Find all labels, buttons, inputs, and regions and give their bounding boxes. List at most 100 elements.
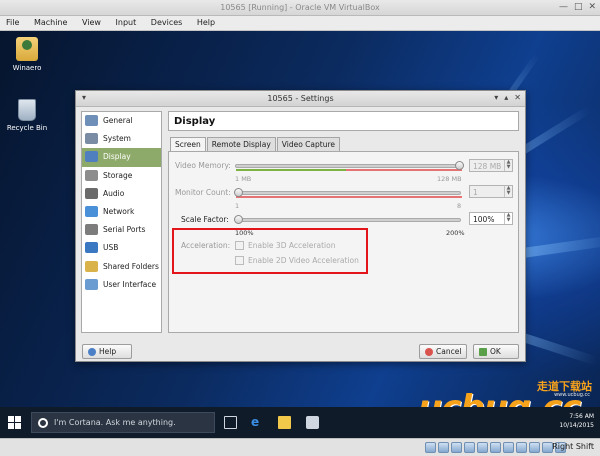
hard-disk-icon[interactable] xyxy=(425,442,436,453)
menu-machine[interactable]: Machine xyxy=(28,16,74,27)
display-icon xyxy=(85,151,98,163)
menu-file[interactable]: File xyxy=(0,16,25,27)
start-button[interactable] xyxy=(8,416,21,429)
video-memory-label: Video Memory: xyxy=(175,161,231,170)
sidebar-item-label: Serial Ports xyxy=(103,225,146,235)
taskbar: I'm Cortana. Ask me anything. e 7:56 AM … xyxy=(0,407,600,438)
settings-dialog: ▾ 10565 - Settings ▾ ▴ ✕ General System Di… xyxy=(75,90,526,362)
close-icon[interactable]: ✕ xyxy=(588,2,596,12)
dialog-title-bar: ▾ 10565 - Settings ▾ ▴ ✕ xyxy=(76,91,525,107)
monitor-count-min: 1 xyxy=(235,202,240,210)
storage-icon xyxy=(85,169,98,181)
desktop-icon-recycle-bin[interactable]: Recycle Bin xyxy=(2,99,52,132)
general-icon xyxy=(85,115,98,126)
sidebar-item-label: User Interface xyxy=(103,279,157,289)
tab-remote-display[interactable]: Remote Display xyxy=(206,137,276,151)
network-status-icon[interactable] xyxy=(464,442,475,453)
video-memory-knob[interactable] xyxy=(455,161,464,170)
sidebar-item-system[interactable]: System xyxy=(82,130,161,148)
menu-input[interactable]: Input xyxy=(110,16,143,27)
usb-status-icon[interactable] xyxy=(477,442,488,453)
ok-button[interactable]: OK xyxy=(473,344,519,359)
clock-time: 7:56 AM xyxy=(569,413,594,420)
minimize-icon[interactable]: — xyxy=(559,2,568,12)
sidebar-item-label: USB xyxy=(103,243,119,253)
sidebar-item-user-interface[interactable]: User Interface xyxy=(82,276,161,294)
dialog-title: 10565 - Settings xyxy=(267,94,334,103)
scale-factor-slider[interactable] xyxy=(234,215,461,224)
monitor-count-max: 8 xyxy=(457,202,462,210)
maximize-icon[interactable]: ▴ xyxy=(504,93,508,102)
monitor-count-label: Monitor Count: xyxy=(175,188,231,197)
scale-factor-max: 200% xyxy=(446,229,465,237)
menu-devices[interactable]: Devices xyxy=(145,16,189,27)
sidebar-item-label: Network xyxy=(103,206,135,216)
shared-folders-status-icon[interactable] xyxy=(490,442,501,453)
scale-factor-knob[interactable] xyxy=(234,215,243,224)
display-status-icon[interactable] xyxy=(503,442,514,453)
cancel-icon xyxy=(425,348,433,356)
tab-video-capture[interactable]: Video Capture xyxy=(276,137,340,151)
maximize-icon[interactable]: □ xyxy=(574,2,583,12)
monitor-count-spinbox[interactable]: 1 ▲ ▼ xyxy=(469,185,513,198)
vm-window-controls: — □ ✕ xyxy=(559,2,596,12)
desktop-icon-label: Winaero xyxy=(12,64,42,72)
sidebar-item-usb[interactable]: USB xyxy=(82,239,161,257)
tab-bar: Screen Remote Display Video Capture xyxy=(170,137,341,152)
sidebar-item-label: Display xyxy=(103,152,131,162)
sidebar-item-general[interactable]: General xyxy=(82,112,161,130)
vm-window-title: 10565 [Running] - Oracle VM VirtualBox xyxy=(220,3,380,12)
video-memory-spinbox[interactable]: 128 MB ▲ ▼ xyxy=(469,159,513,172)
system-icon xyxy=(85,133,98,145)
scale-factor-label: Scale Factor: xyxy=(181,215,229,224)
sidebar-item-serial-ports[interactable]: Serial Ports xyxy=(82,221,161,239)
cancel-button[interactable]: Cancel xyxy=(419,344,467,359)
video-memory-min: 1 MB xyxy=(235,175,252,183)
desktop-icon-winaero[interactable]: Winaero xyxy=(2,37,52,72)
monitor-count-slider[interactable] xyxy=(234,188,462,198)
store-icon[interactable] xyxy=(306,416,319,429)
vm-status-bar: Right Shift xyxy=(0,438,600,456)
file-explorer-icon[interactable] xyxy=(278,416,291,429)
menu-view[interactable]: View xyxy=(76,16,107,27)
highlight-rectangle xyxy=(172,228,368,274)
clock-date: 10/14/2015 xyxy=(559,422,594,429)
help-icon xyxy=(88,348,96,356)
sidebar-item-network[interactable]: Network xyxy=(82,203,161,221)
settings-sidebar: General System Display Storage Audio Network S… xyxy=(81,111,162,333)
sidebar-item-audio[interactable]: Audio xyxy=(82,185,161,203)
recycle-bin-icon xyxy=(18,99,36,121)
sidebar-item-storage[interactable]: Storage xyxy=(82,167,161,185)
close-icon[interactable]: ✕ xyxy=(514,93,521,102)
ok-icon xyxy=(479,348,487,356)
minimize-icon[interactable]: ▾ xyxy=(494,93,498,102)
monitor-count-knob[interactable] xyxy=(234,188,243,197)
menu-help[interactable]: Help xyxy=(191,16,221,27)
scale-factor-spinbox[interactable]: 100% ▲ ▼ xyxy=(469,212,513,225)
edge-icon[interactable]: e xyxy=(251,416,264,429)
sidebar-item-shared-folders[interactable]: Shared Folders xyxy=(82,258,161,276)
user-folder-icon xyxy=(16,37,38,61)
optical-drive-icon[interactable] xyxy=(438,442,449,453)
help-button[interactable]: Help xyxy=(82,344,132,359)
taskbar-clock[interactable]: 7:56 AM 10/14/2015 xyxy=(559,412,594,430)
sidebar-item-label: Storage xyxy=(103,170,133,180)
cortana-icon xyxy=(38,418,48,428)
video-memory-slider[interactable] xyxy=(235,161,464,171)
sidebar-item-label: General xyxy=(103,116,133,125)
tab-screen[interactable]: Screen xyxy=(170,137,206,152)
video-memory-max: 128 MB xyxy=(437,175,462,183)
video-capture-status-icon[interactable] xyxy=(516,442,527,453)
sidebar-item-label: System xyxy=(103,134,131,144)
cpu-status-icon[interactable] xyxy=(529,442,540,453)
vm-menu-bar: File Machine View Input Devices Help xyxy=(0,16,600,31)
network-icon xyxy=(85,205,98,217)
vm-title-bar: 10565 [Running] - Oracle VM VirtualBox —… xyxy=(0,0,600,16)
task-view-icon[interactable] xyxy=(224,416,237,429)
dialog-window-controls: ▾ ▴ ✕ xyxy=(494,93,521,102)
cortana-search-box[interactable]: I'm Cortana. Ask me anything. xyxy=(31,412,215,433)
desktop-icon-label: Recycle Bin xyxy=(6,124,48,132)
user-interface-icon xyxy=(85,278,98,290)
sidebar-item-display[interactable]: Display xyxy=(82,148,161,167)
audio-status-icon[interactable] xyxy=(451,442,462,453)
